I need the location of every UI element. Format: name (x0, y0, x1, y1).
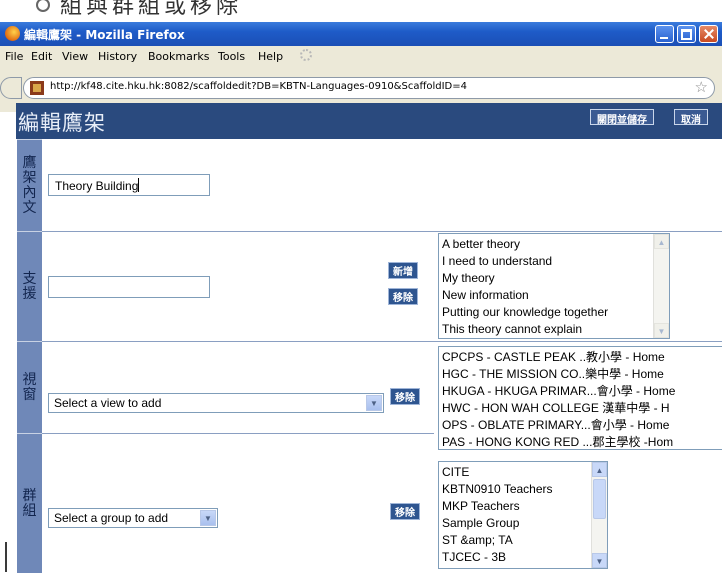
close-window-button[interactable] (699, 25, 718, 43)
menu-tools[interactable]: Tools (218, 50, 245, 63)
group-select-value: Select a group to add (54, 511, 169, 525)
views-label: 視窗 (17, 341, 42, 433)
page-header: 編輯鷹架 關閉並儲存 取消 (16, 103, 722, 139)
list-item[interactable]: HGC - THE MISSION CO..樂中學 - Home (442, 366, 719, 383)
remove-view-button[interactable]: 移除 (390, 388, 420, 405)
scroll-thumb[interactable] (593, 479, 606, 519)
list-item[interactable]: CPCPS - CASTLE PEAK ..教小學 - Home (442, 349, 719, 366)
list-item[interactable]: KBTN0910 Teachers (442, 481, 604, 498)
text-caret (138, 178, 140, 192)
firefox-icon (5, 26, 20, 41)
supports-list[interactable]: A better theory I need to understand My … (438, 233, 670, 339)
scroll-down-icon[interactable]: ▼ (654, 323, 669, 338)
list-item[interactable]: CITE (442, 464, 604, 481)
maximize-button[interactable] (677, 25, 696, 43)
bookmark-star-icon[interactable]: ☆ (695, 78, 708, 96)
groups-label-text: 群組 (22, 487, 37, 519)
save-close-button[interactable]: 關閉並儲存 (590, 109, 654, 126)
views-list[interactable]: CPCPS - CASTLE PEAK ..教小學 - Home HGC - T… (438, 346, 722, 450)
site-icon (30, 81, 44, 95)
window-title: 編輯鷹架 - Mozilla Firefox (24, 28, 185, 42)
minimize-button[interactable] (655, 25, 674, 43)
slide-caption-strip: 組與群組或移除 (0, 0, 722, 22)
bullet-icon (36, 0, 50, 12)
menu-history[interactable]: History (98, 50, 137, 63)
remove-support-button[interactable]: 移除 (388, 288, 418, 305)
address-url[interactable]: http://kf48.cite.hku.hk:8082/scaffoldedi… (50, 81, 467, 92)
throbber-icon (300, 49, 312, 61)
groups-scrollbar[interactable]: ▲ ▼ (591, 462, 607, 568)
scaffold-content-input[interactable]: Theory Building (48, 174, 210, 196)
supports-label: 支援 (17, 231, 42, 341)
supports-label-text: 支援 (22, 270, 37, 302)
slide-caption: 組與群組或移除 (60, 0, 243, 19)
list-item[interactable]: Sample Group (442, 515, 604, 532)
address-bar[interactable]: http://kf48.cite.hku.hk:8082/scaffoldedi… (23, 77, 715, 99)
list-item[interactable]: TJCEC - 3B (442, 549, 604, 566)
view-select-value: Select a view to add (54, 396, 162, 410)
list-item[interactable]: PAS - HONG KONG RED ...郡主學校 -Hom (442, 434, 719, 449)
window-titlebar: 編輯鷹架 - Mozilla Firefox (0, 22, 722, 46)
list-item[interactable]: This theory cannot explain (442, 321, 666, 338)
list-item[interactable]: New information (442, 287, 666, 304)
chevron-down-icon[interactable]: ▼ (366, 395, 382, 411)
scaffold-content-value: Theory Building (55, 179, 139, 193)
menu-view[interactable]: View (62, 50, 88, 63)
list-item[interactable]: I need to understand (442, 253, 666, 270)
row-divider (42, 433, 434, 434)
list-item[interactable]: Putting our knowledge together (442, 304, 666, 321)
list-item[interactable]: OPS - OBLATE PRIMARY...會小學 - Home (442, 417, 719, 434)
views-label-text: 視窗 (22, 371, 37, 403)
chevron-down-icon[interactable]: ▼ (200, 510, 216, 526)
menu-edit[interactable]: Edit (31, 50, 52, 63)
menu-bar: File Edit View History Bookmarks Tools H… (0, 46, 722, 66)
row-divider (42, 231, 722, 232)
menu-help[interactable]: Help (258, 50, 283, 63)
list-item[interactable]: HWC - HON WAH COLLEGE 漢華中學 - H (442, 400, 719, 417)
left-edge-artifact (0, 440, 16, 586)
scroll-up-icon[interactable]: ▲ (592, 462, 607, 477)
list-item[interactable]: MKP Teachers (442, 498, 604, 515)
back-button[interactable] (0, 77, 22, 99)
view-select[interactable]: Select a view to add ▼ (48, 393, 384, 413)
page-title: 編輯鷹架 (18, 111, 106, 135)
cancel-button[interactable]: 取消 (674, 109, 708, 126)
add-support-button[interactable]: 新增 (388, 262, 418, 279)
scroll-up-icon[interactable]: ▲ (654, 234, 669, 249)
menu-file[interactable]: File (5, 50, 23, 63)
scaffold-content-label-text: 鷹架內文 (22, 154, 37, 216)
list-item[interactable]: A better theory (442, 236, 666, 253)
groups-list[interactable]: CITE KBTN0910 Teachers MKP Teachers Samp… (438, 461, 608, 569)
list-item[interactable]: My theory (442, 270, 666, 287)
supports-input[interactable] (48, 276, 210, 298)
list-item[interactable]: HKUGA - HKUGA PRIMAR...會小學 - Home (442, 383, 719, 400)
group-select[interactable]: Select a group to add ▼ (48, 508, 218, 528)
row-divider (42, 341, 722, 342)
supports-scrollbar[interactable]: ▲ ▼ (653, 234, 669, 338)
list-item[interactable]: ST &amp; TA (442, 532, 604, 549)
scroll-down-icon[interactable]: ▼ (592, 553, 607, 568)
scaffold-content-label: 鷹架內文 (17, 139, 42, 231)
menu-bookmarks[interactable]: Bookmarks (148, 50, 209, 63)
remove-group-button[interactable]: 移除 (390, 503, 420, 520)
groups-label: 群組 (17, 433, 42, 573)
